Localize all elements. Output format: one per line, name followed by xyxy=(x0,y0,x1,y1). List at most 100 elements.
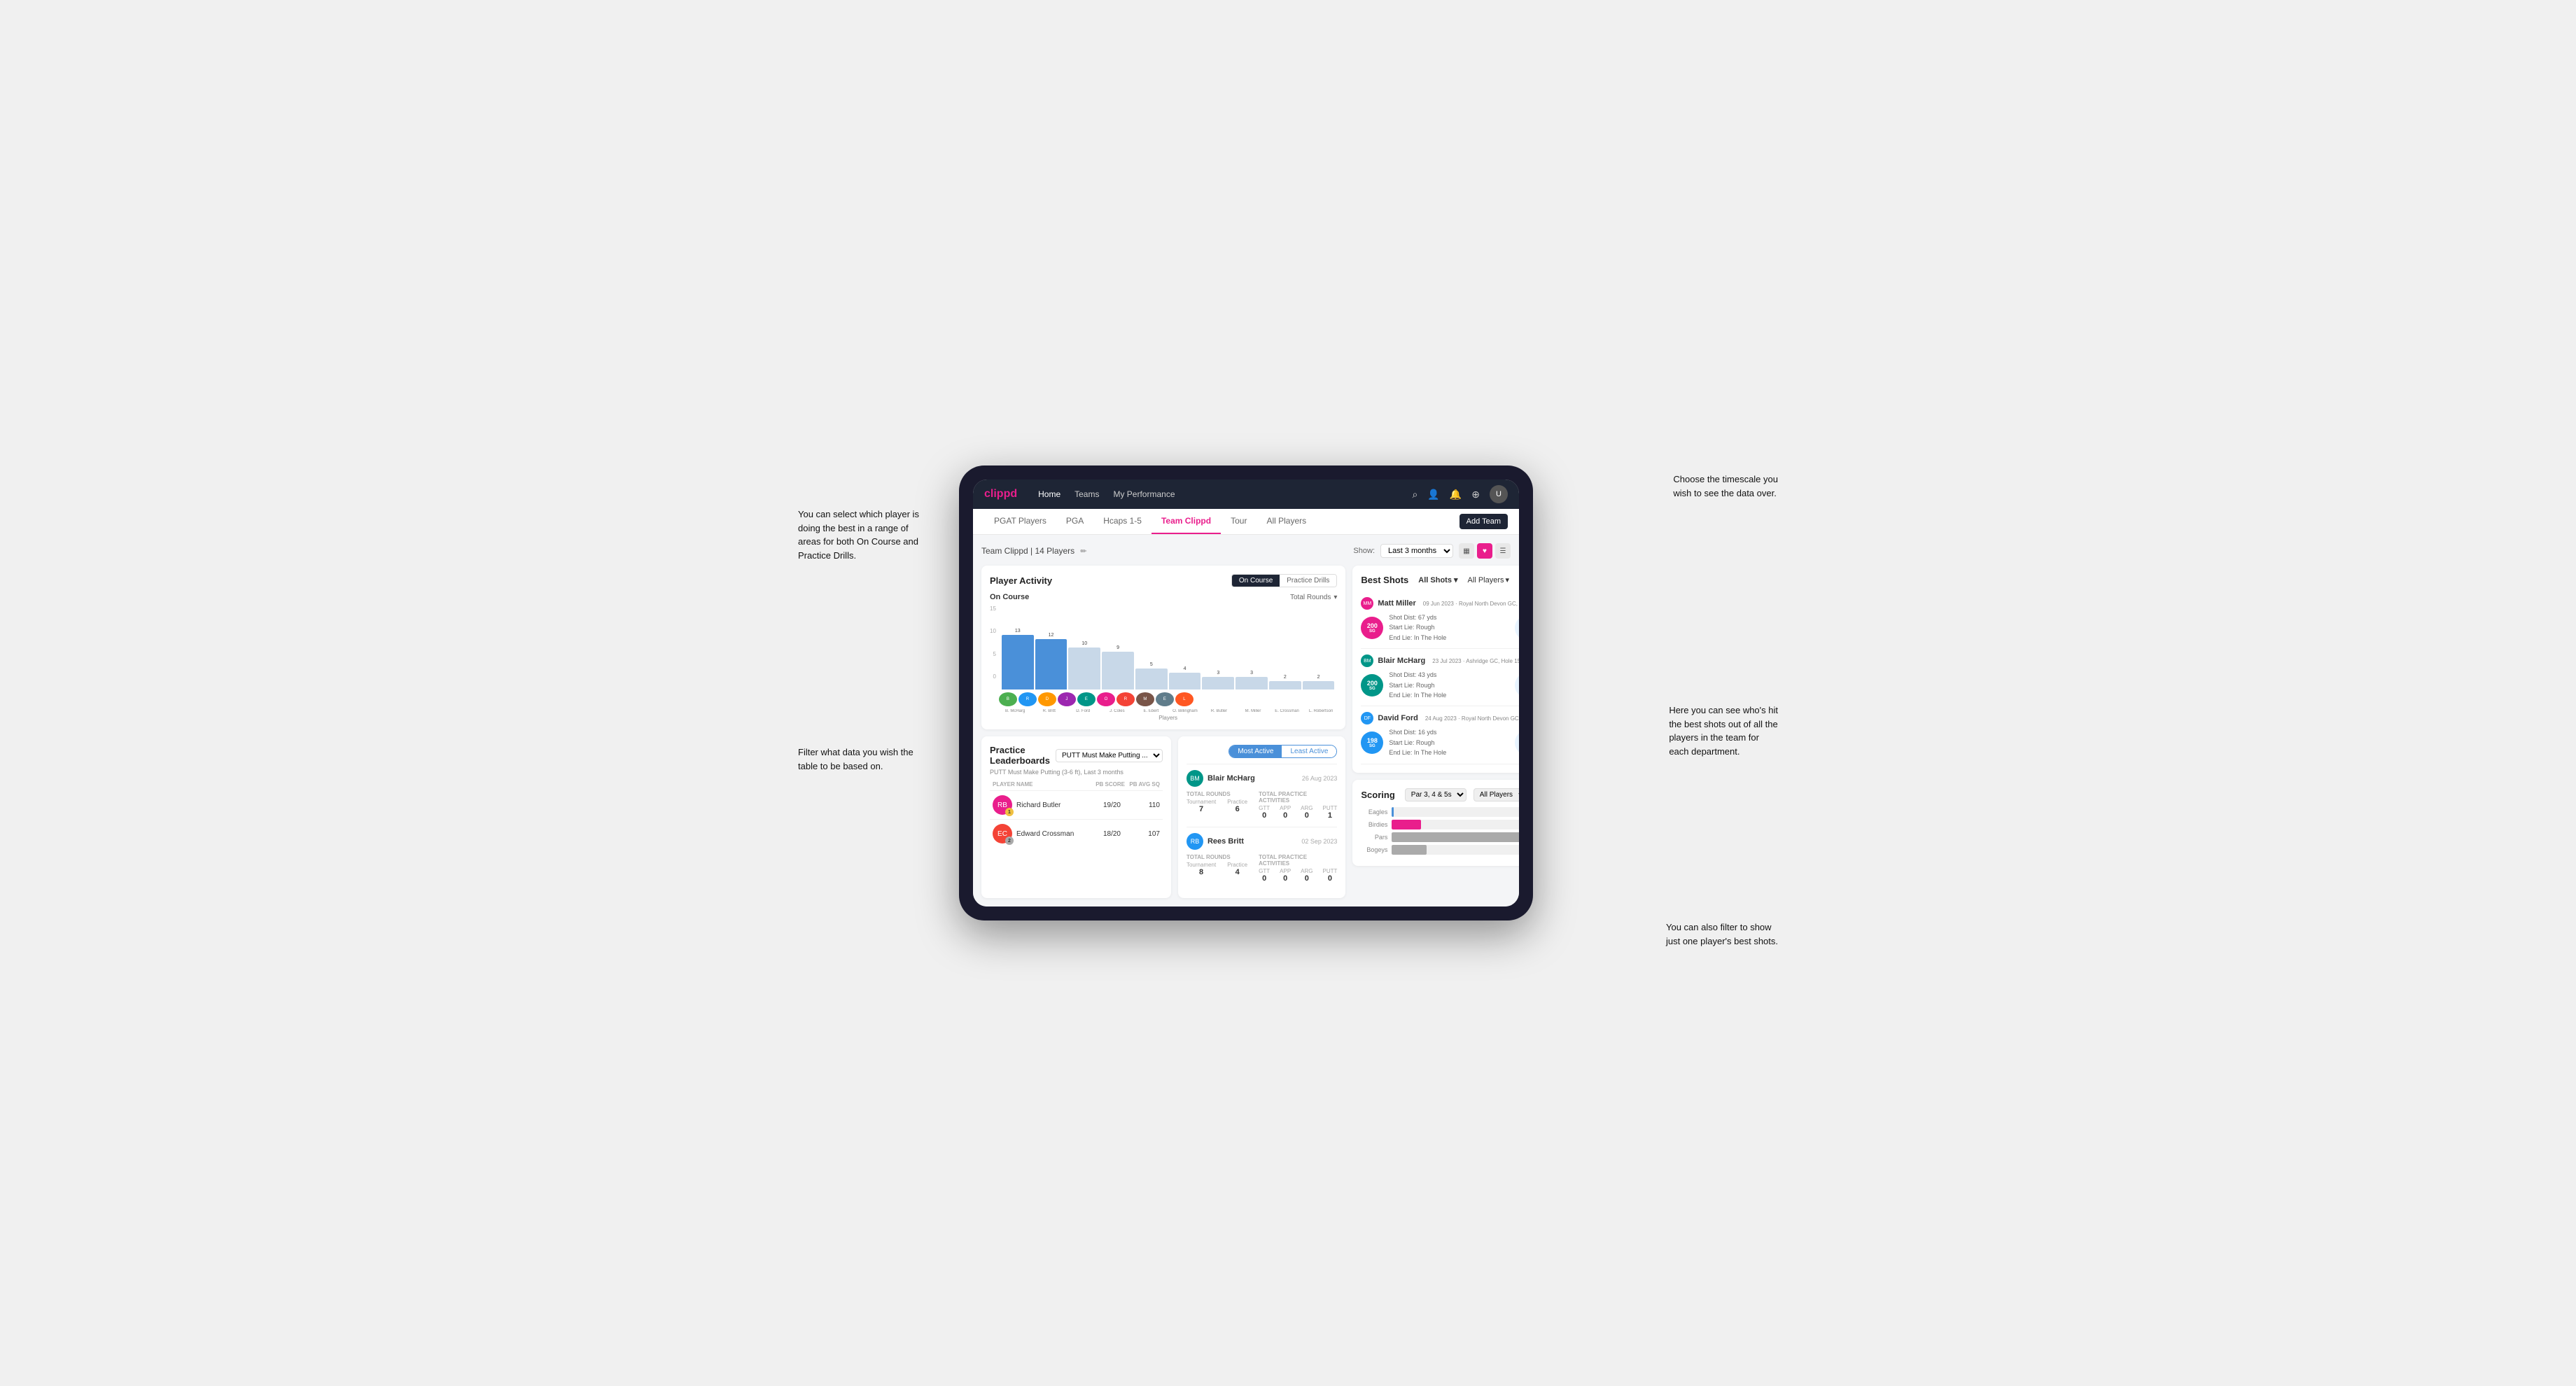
shot-info-0: Shot Dist: 67 yds Start Lie: Rough End L… xyxy=(1389,612,1509,643)
nav-my-performance[interactable]: My Performance xyxy=(1113,489,1175,499)
tab-pgat[interactable]: PGAT Players xyxy=(984,509,1056,534)
best-shots-header: Best Shots All Shots ▾ All Players ▾ xyxy=(1361,574,1519,586)
shot-course-0: 09 Jun 2023 · Royal North Devon GC, Hole… xyxy=(1423,601,1519,607)
lb-avatar-1: EC 2 xyxy=(993,824,1012,844)
bell-icon[interactable]: 🔔 xyxy=(1450,489,1462,500)
most-active-btn[interactable]: Most Active xyxy=(1229,746,1282,757)
scoring-player-filter[interactable]: All Players xyxy=(1474,788,1519,802)
tab-tour[interactable]: Tour xyxy=(1221,509,1256,534)
nav-home[interactable]: Home xyxy=(1038,489,1060,499)
chart-filter[interactable]: Total Rounds ▾ xyxy=(1290,594,1337,601)
on-course-btn[interactable]: On Course xyxy=(1232,575,1280,587)
shot-info-2: Shot Dist: 16 yds Start Lie: Rough End L… xyxy=(1389,727,1509,757)
bar-0[interactable] xyxy=(1002,635,1034,690)
shot-metrics-1: 43 yds 0 yds xyxy=(1515,673,1519,698)
list-view-icon[interactable]: ☰ xyxy=(1495,543,1511,559)
shot-card-1[interactable]: BM Blair McHarg 23 Jul 2023 · Ashridge G… xyxy=(1361,649,1519,706)
col-player-name: PLAYER NAME xyxy=(993,781,1090,788)
bar-group-2: 10 xyxy=(1068,641,1100,690)
add-team-button[interactable]: Add Team xyxy=(1460,514,1508,529)
nav-teams[interactable]: Teams xyxy=(1074,489,1099,499)
annotation-br-bot: You can also filter to show just one pla… xyxy=(1666,920,1778,948)
pai-header-1: RB Rees Britt 02 Sep 2023 xyxy=(1186,833,1337,850)
all-shots-tab[interactable]: All Shots ▾ xyxy=(1413,574,1463,586)
pai-name-0: Blair McHarg xyxy=(1208,774,1298,783)
edit-team-icon[interactable]: ✏ xyxy=(1080,547,1086,556)
bar-2[interactable] xyxy=(1068,648,1100,690)
scoring-header: Scoring Par 3, 4 & 5s All Players xyxy=(1361,788,1519,802)
tab-pga[interactable]: PGA xyxy=(1056,509,1093,534)
scoring-bar-wrap-2 xyxy=(1392,832,1519,842)
all-players-filter[interactable]: All Players ▾ xyxy=(1468,575,1510,584)
time-filter-select[interactable]: Last 3 months Last month Last 6 months L… xyxy=(1380,544,1453,558)
col-pb-score: PB SCORE xyxy=(1090,781,1125,788)
drill-select[interactable]: PUTT Must Make Putting ... xyxy=(1056,749,1163,762)
content-area: Team Clippd | 14 Players ✏ Show: Last 3 … xyxy=(973,535,1519,906)
lb-row[interactable]: RB 1 Richard Butler 19/20 110 xyxy=(990,790,1163,819)
bar-1[interactable] xyxy=(1035,639,1068,690)
tab-hcaps[interactable]: Hcaps 1-5 xyxy=(1093,509,1152,534)
shot-metrics-0: 67 yds 0 yds xyxy=(1515,615,1519,640)
avatar-row: BRDJEORMEL xyxy=(999,692,1337,706)
bar-5[interactable] xyxy=(1169,673,1201,690)
lb-avatar-0: RB 1 xyxy=(993,795,1012,815)
grid-view-icon[interactable]: ▦ xyxy=(1459,543,1474,559)
bar-8[interactable] xyxy=(1269,681,1301,690)
shot-card-2[interactable]: DF David Ford 24 Aug 2023 · Royal North … xyxy=(1361,706,1519,764)
y-axis: 15 10 5 0 xyxy=(990,606,996,682)
shot-body-2: 198 SG Shot Dist: 16 yds Start Lie: Roug… xyxy=(1361,727,1519,757)
practice-drills-btn[interactable]: Practice Drills xyxy=(1280,575,1336,587)
shot-info-1: Shot Dist: 43 yds Start Lie: Rough End L… xyxy=(1389,670,1509,700)
annotation-tl-text: You can select which player is doing the… xyxy=(798,509,919,561)
search-icon[interactable]: ⌕ xyxy=(1413,489,1418,500)
bar-9[interactable] xyxy=(1303,681,1335,690)
least-active-btn[interactable]: Least Active xyxy=(1282,746,1336,757)
view-icons: ▦ ♥ ☰ xyxy=(1459,543,1511,559)
bar-name-2: D. Ford xyxy=(1067,709,1100,713)
page-wrapper: You can select which player is doing the… xyxy=(798,465,1778,920)
show-filter: Show: Last 3 months Last month Last 6 mo… xyxy=(1353,543,1511,559)
card-view-icon[interactable]: ♥ xyxy=(1477,543,1492,559)
bar-val-0: 13 xyxy=(1015,629,1021,634)
people-icon[interactable]: 👤 xyxy=(1427,489,1439,500)
tablet-device: clippd Home Teams My Performance ⌕ 👤 🔔 ⊕… xyxy=(959,465,1533,920)
chart-filter-chevron: ▾ xyxy=(1334,594,1337,601)
bottom-row: Practice Leaderboards PUTT Must Make Put… xyxy=(981,736,1345,898)
bar-4[interactable] xyxy=(1135,668,1168,690)
bar-name-8: E. Crossman xyxy=(1270,709,1303,713)
bar-7[interactable] xyxy=(1236,677,1268,690)
player-activity-card: Player Activity On Course Practice Drill… xyxy=(981,566,1345,729)
shot-metrics-2: 16 yds 0 yds xyxy=(1515,730,1519,755)
pai-name-1: Rees Britt xyxy=(1208,837,1297,846)
bar-names: B. McHargR. BrittD. FordJ. ColesE. Ebert… xyxy=(999,709,1337,713)
course-toggle: On Course Practice Drills xyxy=(1231,574,1337,587)
bar-group-4: 5 xyxy=(1135,662,1168,690)
avatar-4: E xyxy=(1077,692,1096,706)
user-avatar[interactable]: U xyxy=(1490,485,1508,503)
scoring-bar-2 xyxy=(1392,832,1519,842)
pai-date-1: 02 Sep 2023 xyxy=(1301,838,1337,845)
par-filter[interactable]: Par 3, 4 & 5s xyxy=(1405,788,1466,802)
scoring-bar-wrap-3 xyxy=(1392,845,1519,855)
shot-cards: MM Matt Miller 09 Jun 2023 · Royal North… xyxy=(1361,592,1519,764)
bar-3[interactable] xyxy=(1102,652,1134,690)
shot-card-0[interactable]: MM Matt Miller 09 Jun 2023 · Royal North… xyxy=(1361,592,1519,649)
pai-activities-block-0: Total Practice Activities GTT 0 APP 0 AR… xyxy=(1259,791,1337,820)
pai-stats-0: Total Rounds Tournament 7 Practice 6 Tot… xyxy=(1186,791,1337,820)
annotation-bottom-left: Filter what data you wish the table to b… xyxy=(798,746,913,773)
practice-leaderboard-card: Practice Leaderboards PUTT Must Make Put… xyxy=(981,736,1171,898)
scoring-label-3: Bogeys xyxy=(1361,846,1387,853)
avatar-7: M xyxy=(1136,692,1154,706)
annotation-tr-text: Choose the timescale you wish to see the… xyxy=(1673,474,1778,498)
leaderboard-title: Practice Leaderboards xyxy=(990,745,1050,766)
bar-6[interactable] xyxy=(1202,677,1234,690)
player-activity-title: Player Activity xyxy=(990,575,1052,586)
bar-val-8: 2 xyxy=(1284,675,1287,680)
shot-body-1: 200 SG Shot Dist: 43 yds Start Lie: Roug… xyxy=(1361,670,1519,700)
tab-all-players[interactable]: All Players xyxy=(1256,509,1316,534)
tab-team-clippd[interactable]: Team Clippd xyxy=(1152,509,1221,534)
chart-section-header: On Course Total Rounds ▾ xyxy=(990,593,1337,601)
add-circle-icon[interactable]: ⊕ xyxy=(1471,489,1480,500)
shot-player-name-0: Matt Miller xyxy=(1378,599,1415,608)
lb-row[interactable]: EC 2 Edward Crossman 18/20 107 xyxy=(990,819,1163,848)
